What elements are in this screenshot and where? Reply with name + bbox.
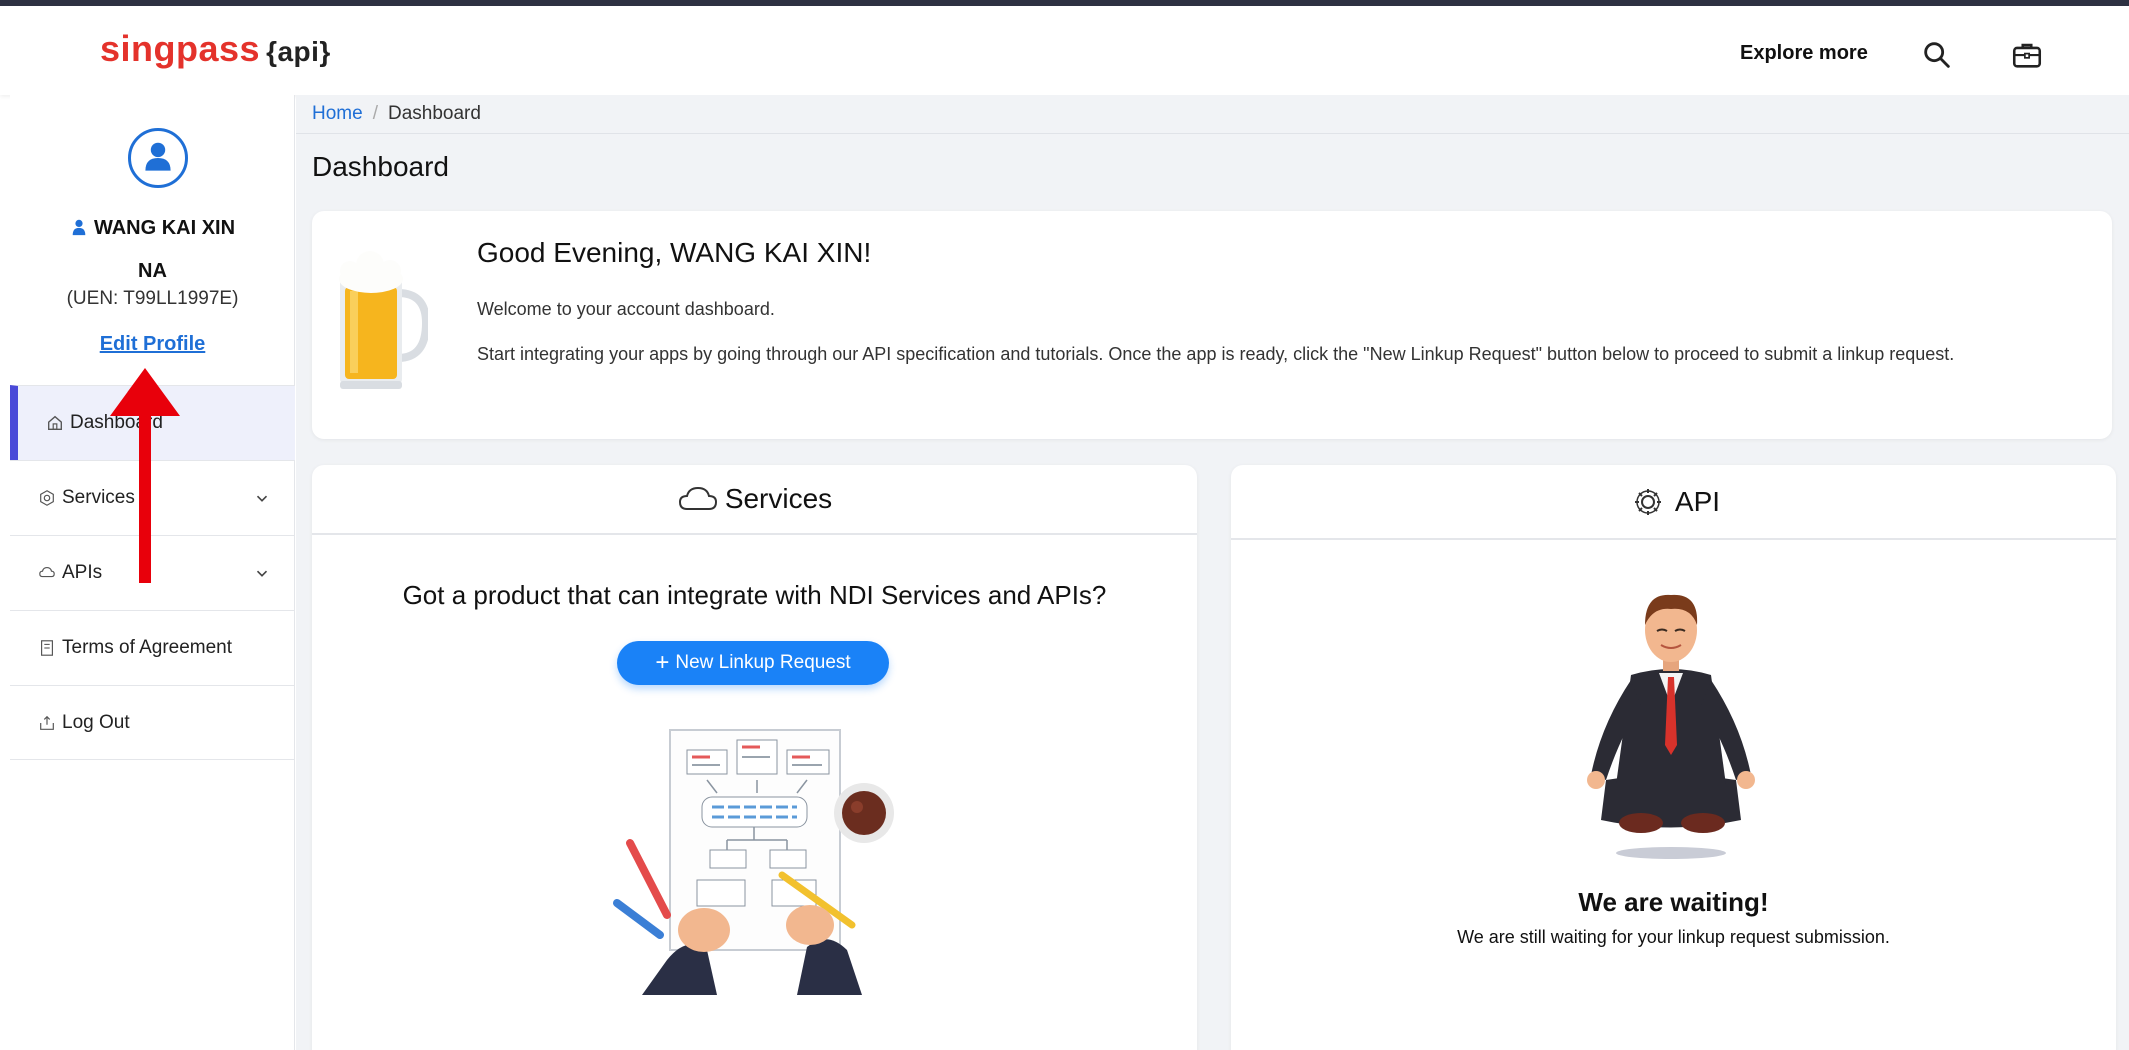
breadcrumb: Home / Dashboard (312, 103, 481, 125)
integration-instructions: Start integrating your apps by going thr… (477, 344, 1955, 364)
top-bar: singpass {api} Explore more (0, 0, 2129, 95)
cloud-icon (38, 564, 56, 582)
home-icon (46, 414, 64, 432)
main-content: Home / Dashboard Dashboard Good Evening, W… (296, 95, 2129, 1050)
sidebar-item-logout[interactable]: Log Out (10, 685, 295, 760)
breadcrumb-separator: / (372, 103, 378, 124)
meditating-man-illustration (1571, 585, 1771, 865)
waiting-title: We are waiting! (1578, 887, 1769, 917)
user-name: WANG KAI XIN (10, 217, 295, 240)
cloud-icon (677, 483, 719, 515)
user-name-text: WANG KAI XIN (93, 217, 236, 239)
breadcrumb-home-link[interactable]: Home (312, 103, 363, 124)
chevron-down-icon[interactable] (253, 564, 271, 582)
welcome-card: Good Evening, WANG KAI XIN! Welcome to y… (312, 211, 2112, 439)
greeting-heading: Good Evening, WANG KAI XIN! (477, 237, 872, 268)
sidebar-item-label: Terms of Agreement (62, 637, 233, 658)
api-card: API We are waiting! We are still waiting… (1231, 465, 2116, 1050)
page-title: Dashboard (312, 151, 449, 182)
uen-number: (UEN: T99LL1997E) (66, 288, 239, 309)
api-card-title: API (1674, 485, 1721, 517)
organisation-name: NA (138, 260, 167, 282)
welcome-text: Welcome to your account dashboard. (477, 299, 775, 319)
edit-profile-link[interactable]: Edit Profile (10, 333, 295, 356)
logo-api-text: {api} (266, 36, 331, 67)
beer-mug-icon (336, 243, 431, 393)
breadcrumb-current: Dashboard (387, 103, 481, 124)
new-linkup-request-button[interactable]: + New Linkup Request (617, 641, 889, 685)
gear-cloud-icon (1627, 486, 1669, 518)
search-icon[interactable] (1920, 38, 1954, 72)
services-card-header: Services (312, 465, 1197, 535)
services-card-title: Services (724, 483, 833, 514)
briefcase-icon[interactable] (2010, 38, 2044, 72)
annotation-arrow (110, 368, 180, 583)
services-icon (38, 489, 56, 507)
services-question: Got a product that can integrate with ND… (402, 580, 1107, 610)
planning-illustration (612, 725, 912, 995)
user-icon (72, 219, 86, 236)
singpass-api-logo[interactable]: singpass {api} (100, 28, 331, 70)
avatar[interactable] (128, 128, 188, 188)
breadcrumb-divider (296, 133, 2129, 134)
services-card: Services Got a product that can integrat… (312, 465, 1197, 1050)
new-linkup-request-label: New Linkup Request (675, 652, 851, 673)
sidebar-item-label: Log Out (62, 711, 130, 733)
plus-icon: + (655, 649, 670, 676)
sidebar-item-terms[interactable]: Terms of Agreement (10, 610, 295, 685)
explore-more-link[interactable]: Explore more (1740, 42, 1868, 65)
logo-brand-text: singpass (100, 28, 261, 69)
api-card-header: API (1231, 465, 2116, 540)
waiting-subtitle: We are still waiting for your linkup req… (1457, 927, 1890, 947)
logout-icon (38, 714, 56, 732)
sidebar-item-label: APIs (62, 562, 103, 583)
document-icon (38, 639, 56, 657)
chevron-down-icon[interactable] (253, 489, 271, 507)
